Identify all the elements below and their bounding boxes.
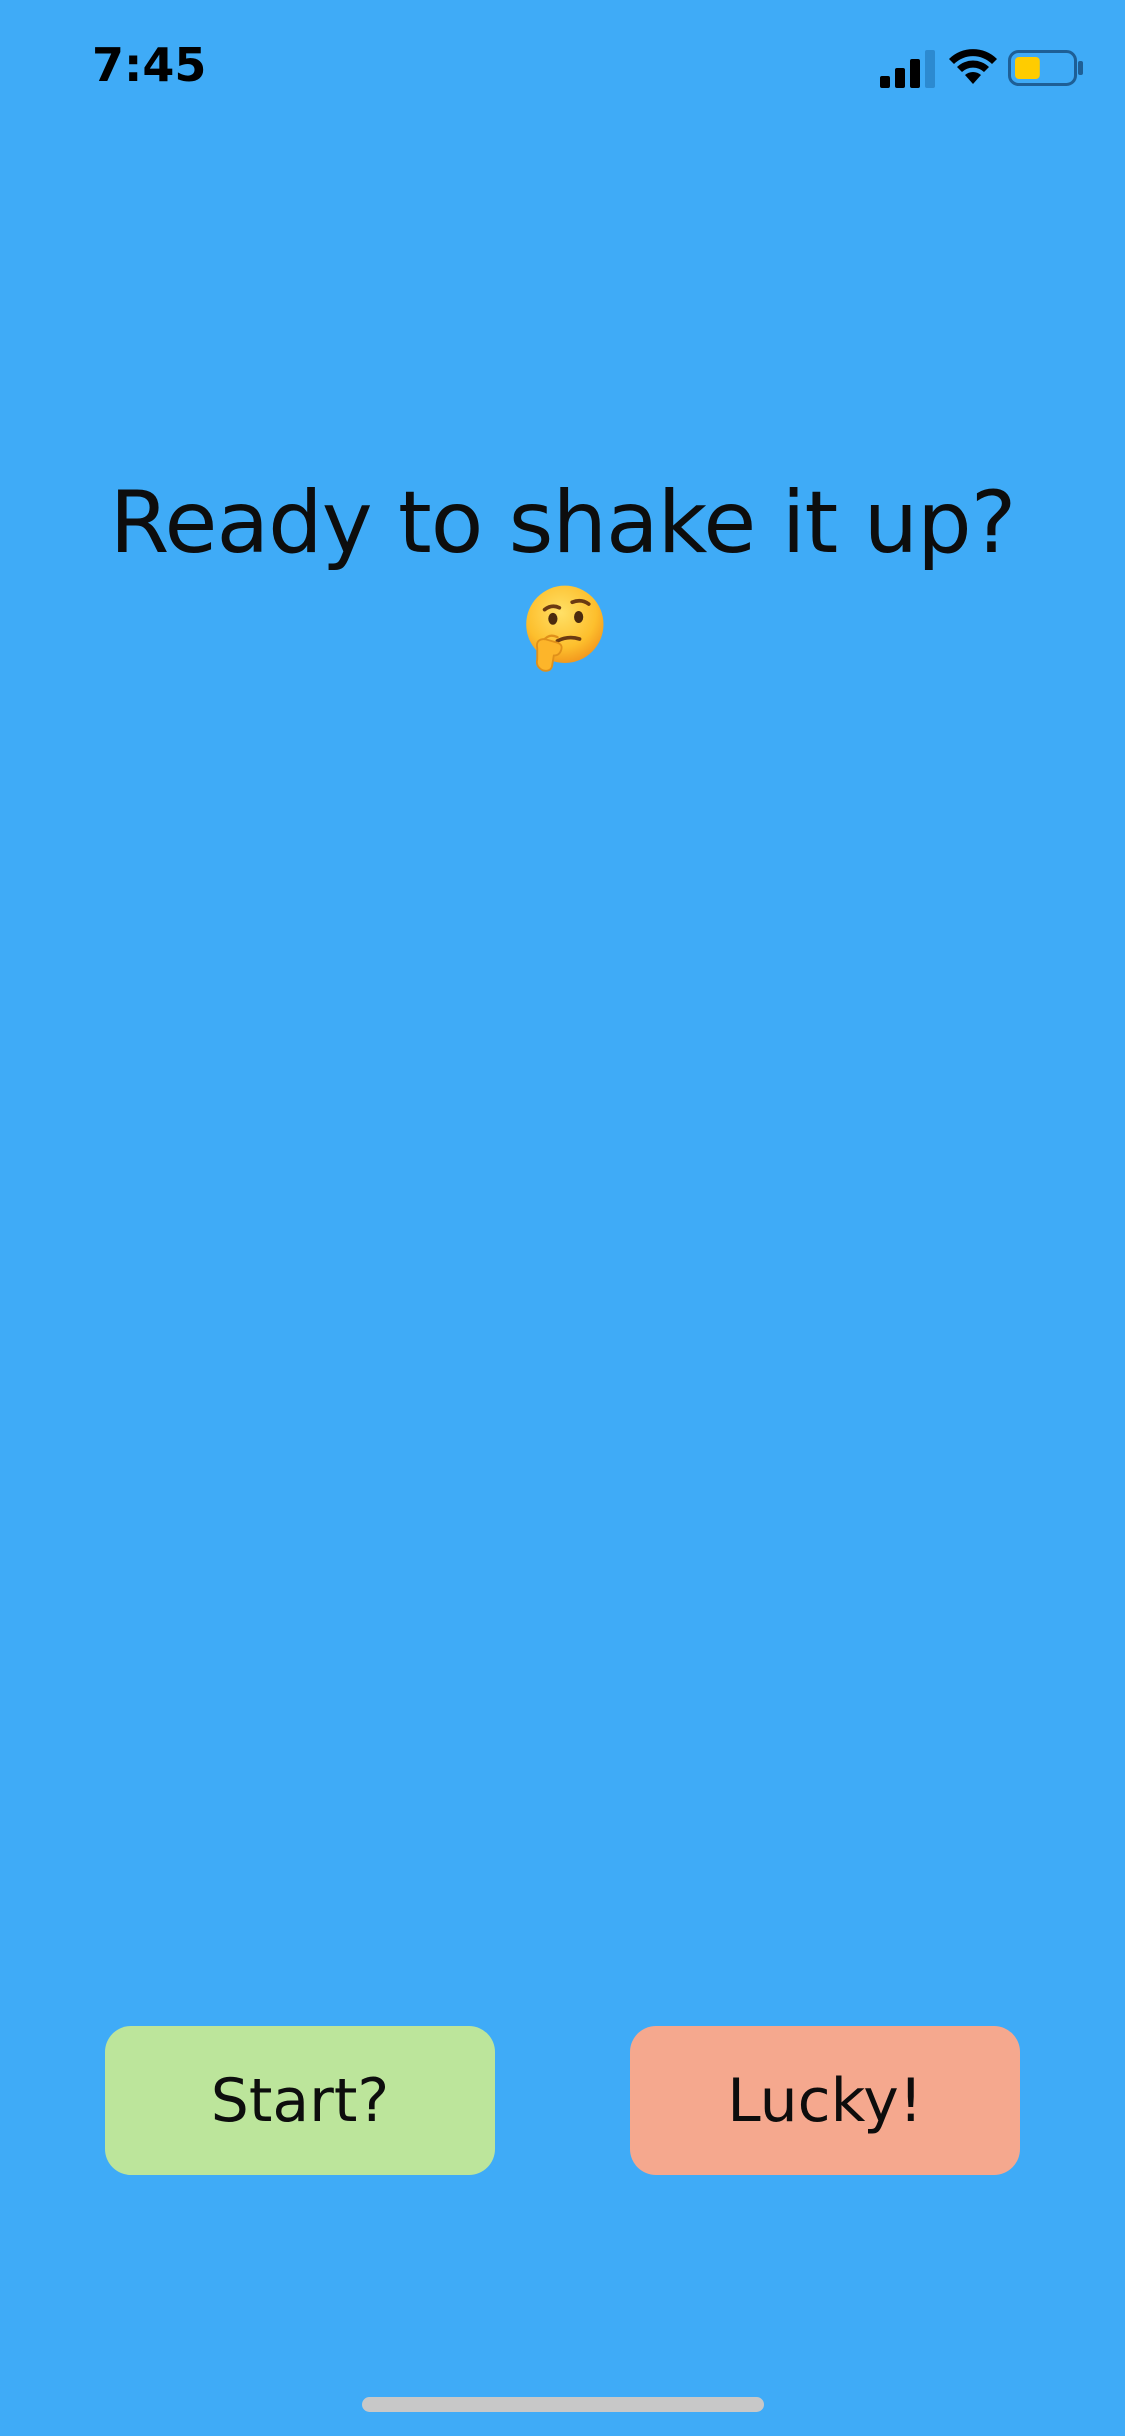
app-screen: 7:45 Ready to shake it up? Start? Lucky! [0, 0, 1125, 2436]
lucky-button[interactable]: Lucky! [630, 2026, 1020, 2175]
wifi-icon [949, 49, 997, 84]
start-button[interactable]: Start? [105, 2026, 495, 2175]
status-time: 7:45 [92, 38, 207, 92]
shake-prompt: Ready to shake it up? [0, 470, 1125, 674]
cellular-signal-icon [880, 50, 935, 88]
battery-icon [1008, 50, 1083, 86]
status-bar: 7:45 [0, 0, 1125, 140]
thinking-face-icon [525, 585, 603, 672]
prompt-title: Ready to shake it up? [109, 473, 1017, 573]
home-indicator[interactable] [362, 2397, 764, 2412]
